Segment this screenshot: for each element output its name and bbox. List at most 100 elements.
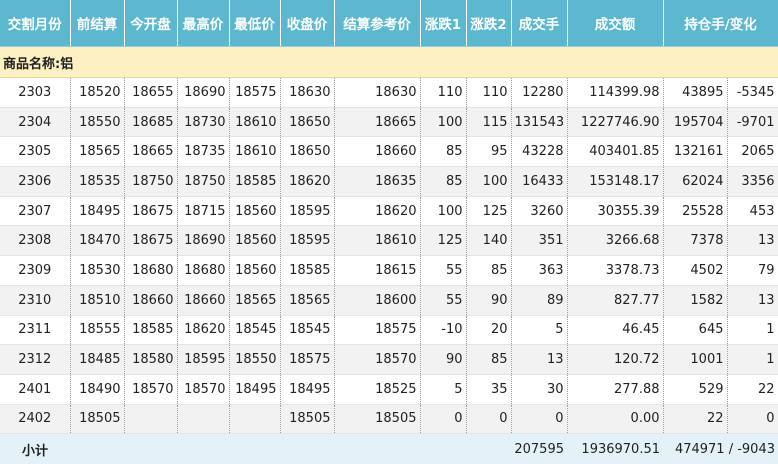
cell-high: 18715	[177, 196, 230, 227]
data-rows: 2303 18520 18655 18690 18575 18630 18630 110 110…	[0, 77, 778, 435]
header-prev-settle[interactable]: 前结算	[70, 0, 125, 47]
cell-change2: 20	[466, 315, 512, 346]
header-low[interactable]: 最低价	[229, 0, 281, 47]
cell-change2: 115	[466, 107, 512, 138]
cell-settle-ref: 18525	[334, 374, 421, 405]
cell-oi-change: 1	[727, 315, 778, 346]
table-row[interactable]: 2308 18470 18675 18690 18560 18595 18610 125 140…	[0, 225, 778, 257]
cell-change2: 110	[466, 77, 512, 108]
cell-low: 18560	[229, 196, 281, 227]
cell-delivery-month: 2402	[0, 404, 71, 435]
cell-change1: 55	[420, 255, 467, 286]
cell-volume: 5	[511, 315, 568, 346]
table-row[interactable]: 2402 18505 18505 18505 0 0 0 0.00 22 0	[0, 404, 778, 435]
subtotal-label: 小计	[0, 433, 70, 464]
cell-change2: 85	[466, 344, 512, 375]
cell-open-interest: 1582	[663, 285, 728, 316]
header-change2[interactable]: 涨跌2	[466, 0, 512, 47]
cell-close: 18650	[280, 136, 335, 168]
cell-oi-change: 3356	[727, 166, 778, 197]
cell-high: 18570	[177, 374, 230, 405]
cell-turnover: 120.72	[567, 344, 664, 375]
cell-close: 18575	[280, 344, 335, 375]
cell-high: 18680	[177, 255, 230, 286]
table-row[interactable]: 2309 18530 18680 18680 18560 18585 18615 55 85 36…	[0, 255, 778, 286]
cell-change1: 0	[420, 404, 467, 435]
subtotal-volume: 207595	[511, 433, 567, 464]
cell-settle-ref: 18600	[334, 285, 421, 316]
cell-open-interest: 645	[663, 315, 728, 346]
cell-high	[177, 404, 230, 435]
subtotal-open-interest: 474971 / -9043	[663, 433, 778, 464]
cell-oi-change: 13	[727, 225, 778, 257]
table-row[interactable]: 2307 18495 18675 18715 18560 18595 18620 100 125…	[0, 196, 778, 227]
table-row[interactable]: 2401 18490 18570 18570 18495 18495 18525 5 35 30 2…	[0, 374, 778, 405]
cell-volume: 0	[511, 404, 568, 435]
cell-low: 18550	[229, 344, 281, 375]
cell-settle-ref: 18630	[334, 77, 421, 108]
cell-change2: 100	[466, 166, 512, 197]
cell-close: 18595	[280, 196, 335, 227]
cell-low: 18495	[229, 374, 281, 405]
cell-high: 18750	[177, 166, 230, 197]
cell-delivery-month: 2306	[0, 166, 71, 197]
header-volume[interactable]: 成交手	[511, 0, 568, 47]
cell-prev-settle: 18495	[70, 196, 125, 227]
cell-volume: 131543	[511, 107, 568, 138]
cell-low: 18610	[229, 107, 281, 138]
cell-delivery-month: 2308	[0, 225, 71, 257]
cell-settle-ref: 18610	[334, 225, 421, 257]
cell-prev-settle: 18535	[70, 166, 125, 197]
header-turnover[interactable]: 成交额	[567, 0, 664, 47]
group-row: 商品名称:铝	[0, 46, 778, 78]
table-row[interactable]: 2303 18520 18655 18690 18575 18630 18630 110 110…	[0, 77, 778, 108]
cell-open: 18750	[124, 166, 178, 197]
group-label: 商品名称:铝	[0, 46, 778, 78]
table-row[interactable]: 2304 18550 18685 18730 18610 18650 18665 100 115…	[0, 107, 778, 138]
cell-high: 18735	[177, 136, 230, 168]
header-delivery-month[interactable]: 交割月份	[0, 0, 71, 47]
cell-open-interest: 43895	[663, 77, 728, 108]
cell-volume: 363	[511, 255, 568, 286]
subtotal-spacer	[70, 433, 511, 464]
header-open[interactable]: 今开盘	[124, 0, 178, 47]
cell-low: 18585	[229, 166, 281, 197]
header-change1[interactable]: 涨跌1	[420, 0, 467, 47]
table-row[interactable]: 2306 18535 18750 18750 18585 18620 18635 85 100 1…	[0, 166, 778, 197]
cell-change1: 100	[420, 196, 467, 227]
cell-open-interest: 4502	[663, 255, 728, 286]
cell-oi-change: 79	[727, 255, 778, 286]
cell-prev-settle: 18520	[70, 77, 125, 108]
cell-delivery-month: 2307	[0, 196, 71, 227]
table-row[interactable]: 2312 18485 18580 18595 18550 18575 18570 90 85 13…	[0, 344, 778, 375]
cell-prev-settle: 18485	[70, 344, 125, 375]
header-row: 交割月份 前结算 今开盘 最高价 最低价 收盘价 结算参考价 涨跌1 涨跌2 成…	[0, 0, 778, 47]
cell-volume: 30	[511, 374, 568, 405]
cell-high: 18620	[177, 315, 230, 346]
table-row[interactable]: 2311 18555 18585 18620 18545 18545 18575 -10 20 5…	[0, 315, 778, 346]
cell-open-interest: 195704	[663, 107, 728, 138]
cell-open-interest: 529	[663, 374, 728, 405]
header-close[interactable]: 收盘价	[280, 0, 335, 47]
cell-open: 18680	[124, 255, 178, 286]
cell-change2: 90	[466, 285, 512, 316]
cell-oi-change: 453	[727, 196, 778, 227]
cell-oi-change: 22	[727, 374, 778, 405]
header-open-interest[interactable]: 持仓手/变化	[663, 0, 778, 47]
cell-change1: 5	[420, 374, 467, 405]
cell-close: 18545	[280, 315, 335, 346]
header-high[interactable]: 最高价	[177, 0, 230, 47]
cell-change1: 125	[420, 225, 467, 257]
table-row[interactable]: 2305 18565 18665 18735 18610 18650 18660 85 95 43…	[0, 136, 778, 168]
header-settle-ref[interactable]: 结算参考价	[334, 0, 421, 47]
cell-change1: 100	[420, 107, 467, 138]
cell-low: 18560	[229, 255, 281, 286]
cell-high: 18595	[177, 344, 230, 375]
cell-settle-ref: 18575	[334, 315, 421, 346]
cell-prev-settle: 18490	[70, 374, 125, 405]
cell-open-interest: 25528	[663, 196, 728, 227]
cell-change2: 95	[466, 136, 512, 168]
cell-open-interest: 62024	[663, 166, 728, 197]
cell-turnover: 277.88	[567, 374, 664, 405]
table-row[interactable]: 2310 18510 18660 18660 18565 18565 18600 55 90 89…	[0, 285, 778, 316]
